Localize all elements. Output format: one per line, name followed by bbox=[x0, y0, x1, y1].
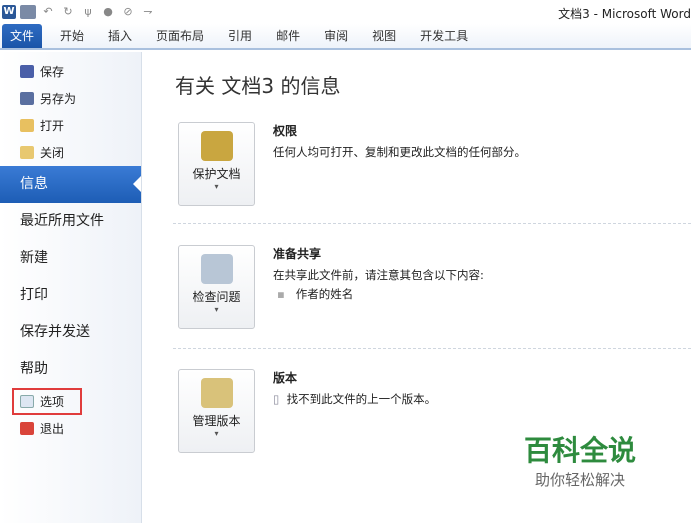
redo-icon[interactable]: ↻ bbox=[60, 5, 76, 19]
tab-page-layout[interactable]: 页面布局 bbox=[144, 24, 216, 48]
section-heading: 版本 bbox=[273, 371, 298, 385]
divider bbox=[173, 348, 691, 349]
check-issues-button[interactable]: 检查问题 ▾ bbox=[178, 245, 255, 329]
close-folder-icon bbox=[20, 146, 34, 159]
menu-label: 另存为 bbox=[40, 92, 77, 106]
menu-recent[interactable]: 最近所用文件 bbox=[0, 203, 141, 240]
inspect-document-icon bbox=[200, 254, 233, 284]
save-icon bbox=[20, 65, 34, 78]
options-icon bbox=[20, 395, 34, 408]
title-bar: W ↶ ↻ ψ ● ⊘ ⇁ 文档3 - Microsoft Word bbox=[0, 0, 691, 24]
watermark-subtitle: 助你轻松解决 bbox=[534, 471, 625, 489]
tab-references[interactable]: 引用 bbox=[216, 24, 264, 48]
section-heading: 权限 bbox=[273, 124, 298, 138]
menu-close[interactable]: 关闭 bbox=[0, 139, 141, 166]
page-title: 有关 文档3 的信息 bbox=[175, 74, 341, 98]
menu-new[interactable]: 新建 bbox=[0, 240, 141, 277]
backstage-sidebar: 保存 另存为 打开 关闭 信息 最近所用文件 新建 打印 保存并发送 帮助 选项… bbox=[0, 52, 142, 523]
divider bbox=[173, 223, 691, 224]
menu-save-send[interactable]: 保存并发送 bbox=[0, 314, 141, 351]
section-desc: 在共享此文件前，请注意其包含以下内容: bbox=[273, 268, 484, 282]
menu-options[interactable]: 选项 bbox=[12, 388, 82, 415]
menu-help[interactable]: 帮助 bbox=[0, 351, 141, 388]
watermark-title: 百科全说 bbox=[523, 434, 636, 467]
menu-save[interactable]: 保存 bbox=[0, 58, 141, 85]
dropdown-arrow-icon: ▾ bbox=[214, 429, 219, 438]
section-desc: 任何人均可打开、复制和更改此文档的任何部分。 bbox=[273, 145, 526, 159]
button-label: 检查问题 bbox=[192, 290, 241, 304]
bullet-icon: ▪ bbox=[277, 287, 285, 301]
menu-label: 保存 bbox=[40, 65, 65, 79]
dropdown-arrow-icon: ▾ bbox=[214, 182, 219, 191]
bullet-text: 作者的姓名 bbox=[295, 287, 354, 301]
dropdown-arrow-icon: ▾ bbox=[214, 305, 219, 314]
save-icon[interactable] bbox=[20, 5, 36, 19]
menu-label: 关闭 bbox=[40, 146, 65, 160]
menu-label: 选项 bbox=[40, 395, 65, 409]
section-desc: 找不到此文件的上一个版本。 bbox=[286, 392, 437, 406]
tab-mailings[interactable]: 邮件 bbox=[264, 24, 312, 48]
word-icon[interactable]: W bbox=[2, 5, 16, 19]
tab-file[interactable]: 文件 bbox=[2, 24, 42, 48]
clear-icon[interactable]: ⊘ bbox=[120, 5, 136, 19]
menu-info[interactable]: 信息 bbox=[0, 166, 141, 203]
document-icon: ▯ bbox=[273, 392, 280, 406]
save-as-icon bbox=[20, 92, 34, 105]
tab-home[interactable]: 开始 bbox=[48, 24, 96, 48]
menu-save-as[interactable]: 另存为 bbox=[0, 85, 141, 112]
record-icon[interactable]: ● bbox=[100, 5, 116, 19]
tab-view[interactable]: 视图 bbox=[360, 24, 408, 48]
protect-document-button[interactable]: 保护文档 ▾ bbox=[178, 122, 255, 206]
undo-icon[interactable]: ↶ bbox=[40, 5, 56, 19]
lock-key-icon bbox=[200, 131, 233, 161]
tab-review[interactable]: 审阅 bbox=[312, 24, 360, 48]
button-label: 保护文档 bbox=[192, 167, 241, 181]
tab-insert[interactable]: 插入 bbox=[96, 24, 144, 48]
exit-icon bbox=[20, 422, 34, 435]
menu-label: 退出 bbox=[40, 422, 65, 436]
format-painter-icon[interactable]: ψ bbox=[80, 5, 96, 19]
watermark: 百科全说 助你轻松解决 bbox=[492, 423, 668, 501]
versions-icon bbox=[200, 378, 233, 408]
customize-quick-access-icon[interactable]: ⇁ bbox=[140, 5, 156, 19]
open-folder-icon bbox=[20, 119, 34, 132]
menu-label: 打开 bbox=[40, 119, 65, 133]
button-label: 管理版本 bbox=[192, 414, 241, 428]
menu-exit[interactable]: 退出 bbox=[0, 415, 141, 442]
section-heading: 准备共享 bbox=[273, 247, 322, 261]
window-title: 文档3 - Microsoft Word bbox=[558, 7, 691, 21]
ribbon-tabs: 文件 开始 插入 页面布局 引用 邮件 审阅 视图 开发工具 bbox=[0, 24, 691, 50]
menu-print[interactable]: 打印 bbox=[0, 277, 141, 314]
menu-open[interactable]: 打开 bbox=[0, 112, 141, 139]
manage-versions-button[interactable]: 管理版本 ▾ bbox=[178, 369, 255, 453]
tab-developer[interactable]: 开发工具 bbox=[408, 24, 480, 48]
